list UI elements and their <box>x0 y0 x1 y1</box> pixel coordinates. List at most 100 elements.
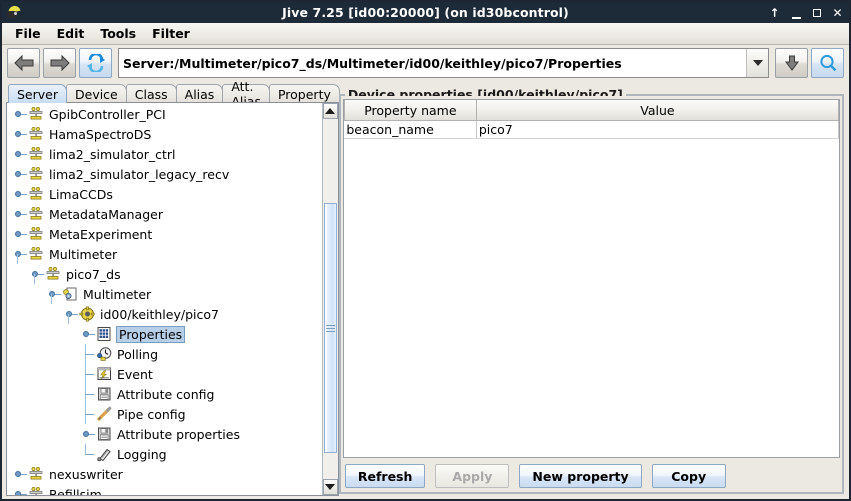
search-icon <box>819 54 836 72</box>
tree-node[interactable]: lima2_simulator_ctrl <box>7 144 322 164</box>
scroll-up-button[interactable] <box>322 103 338 119</box>
tab-server[interactable]: Server <box>8 84 67 103</box>
tab-property[interactable]: Property <box>268 84 340 103</box>
tree-node[interactable]: Logging <box>7 444 322 464</box>
cell-property-value[interactable]: pico7 <box>476 120 839 139</box>
window-title: Jive 7.25 [id00:20000] (on id30bcontrol) <box>282 5 569 20</box>
window-maximize-button[interactable] <box>813 8 821 17</box>
scroll-down-button[interactable] <box>322 479 338 495</box>
tree-expand-toggle-collapsed[interactable] <box>13 104 28 124</box>
tree-expand-toggle-expanded[interactable] <box>13 244 28 264</box>
cell-property-name[interactable]: beacon_name <box>344 120 477 139</box>
menu-file[interactable]: File <box>7 24 49 43</box>
apply-button[interactable]: Apply <box>435 464 510 488</box>
column-header-value[interactable]: Value <box>475 100 839 121</box>
tree-leaf-connector <box>81 444 96 464</box>
menu-tools[interactable]: Tools <box>92 24 144 43</box>
tab-class[interactable]: Class <box>125 84 177 103</box>
tree-expand-toggle-expanded[interactable] <box>64 304 79 324</box>
back-button[interactable] <box>7 48 40 78</box>
tree-expand-toggle-collapsed[interactable] <box>13 484 28 495</box>
window-close-button[interactable]: ✕ <box>832 7 843 19</box>
tree-node[interactable]: id00/keithley/pico7 <box>7 304 322 324</box>
tree-expand-toggle-collapsed[interactable] <box>13 144 28 164</box>
address-dropdown-button[interactable] <box>746 49 768 77</box>
forward-button[interactable] <box>43 48 76 78</box>
window-shade-button[interactable]: ↑ <box>769 7 780 19</box>
refresh-icon <box>86 54 105 72</box>
scroll-up-icon <box>325 108 336 114</box>
column-header-property-name[interactable]: Property name <box>343 100 477 121</box>
tree-expand-toggle-collapsed[interactable] <box>81 424 96 444</box>
server-icon <box>28 226 45 242</box>
tree-expand-toggle-collapsed[interactable] <box>13 164 28 184</box>
down-arrow-icon <box>784 55 799 71</box>
tree-node[interactable]: Attribute properties <box>7 424 322 444</box>
window-minimize-button[interactable] <box>791 7 802 19</box>
tree-node[interactable]: pico7_ds <box>7 264 322 284</box>
tree-node-label: GpibController_PCI <box>49 106 166 122</box>
tree-vertical-scrollbar[interactable] <box>321 103 338 495</box>
search-button[interactable] <box>811 48 844 78</box>
tree-expand-toggle-collapsed[interactable] <box>81 324 96 344</box>
tree-node[interactable]: LimaCCDs <box>7 184 322 204</box>
properties-table-container: Property name Value beacon_name pico7 <box>342 99 840 458</box>
event-icon <box>96 366 113 382</box>
attr-config-icon <box>96 386 113 402</box>
tree-leaf-connector <box>81 364 96 384</box>
tree-node[interactable]: Polling <box>7 344 322 364</box>
tree-node[interactable]: MetadataManager <box>7 204 322 224</box>
address-bar <box>118 48 769 78</box>
properties-action-buttons: Refresh Apply New property Copy <box>341 458 842 492</box>
scroll-down-icon <box>325 484 336 490</box>
tree-node[interactable]: Pipe config <box>7 404 322 424</box>
tree-node[interactable]: Attribute config <box>7 384 322 404</box>
tree-node[interactable]: HamaSpectroDS <box>7 124 322 144</box>
properties-table: Property name Value beacon_name pico7 <box>343 100 839 139</box>
tree-expand-toggle-collapsed[interactable] <box>13 184 28 204</box>
tree-node[interactable]: nexuswriter <box>7 464 322 484</box>
tree-expand-toggle-collapsed[interactable] <box>13 464 28 484</box>
server-icon <box>28 486 45 495</box>
tab-att-alias[interactable]: Att. Alias <box>222 79 270 109</box>
address-input[interactable] <box>119 49 746 77</box>
tree-node-label: Polling <box>117 346 159 362</box>
copy-button[interactable]: Copy <box>651 464 726 488</box>
tab-device[interactable]: Device <box>66 84 127 103</box>
new-property-button[interactable]: New property <box>519 464 642 488</box>
table-row[interactable]: beacon_name pico7 <box>344 120 839 139</box>
tree-node[interactable]: GpibController_PCI <box>7 104 322 124</box>
server-tree[interactable]: GpibController_PCI HamaSpectroDS lima2_s… <box>7 103 322 495</box>
tree-node-label: HamaSpectroDS <box>49 126 152 142</box>
tree-node[interactable]: Multimeter <box>7 284 322 304</box>
logging-icon <box>96 446 113 462</box>
table-empty-area <box>343 139 839 457</box>
goto-button[interactable] <box>775 48 808 78</box>
menu-edit[interactable]: Edit <box>49 24 93 43</box>
tab-alias[interactable]: Alias <box>175 84 224 103</box>
tree-leaf-connector <box>81 384 96 404</box>
tree-node-label: LimaCCDs <box>49 186 113 202</box>
tree-expand-toggle-expanded[interactable] <box>30 264 45 284</box>
refresh-button-props[interactable]: Refresh <box>344 464 426 488</box>
tree-expand-toggle-expanded[interactable] <box>47 284 62 304</box>
tree-expand-toggle-collapsed[interactable] <box>13 204 28 224</box>
tree-node-label: lima2_simulator_legacy_recv <box>49 166 230 182</box>
tree-node[interactable]: Properties <box>7 324 322 344</box>
tree-node[interactable]: Refillsim <box>7 484 322 495</box>
tree-node-label: id00/keithley/pico7 <box>100 306 219 322</box>
tree-node-label: nexuswriter <box>49 466 123 482</box>
tree-node[interactable]: MetaExperiment <box>7 224 322 244</box>
menu-filter[interactable]: Filter <box>144 24 198 43</box>
refresh-button[interactable] <box>79 48 112 78</box>
properties-icon <box>96 326 113 342</box>
tree-node-label: Attribute config <box>117 386 215 402</box>
scrollbar-thumb[interactable] <box>323 203 337 453</box>
tree-expand-toggle-collapsed[interactable] <box>13 224 28 244</box>
grip-icon <box>325 323 335 334</box>
tree-node[interactable]: Event <box>7 364 322 384</box>
tree-node-label: lima2_simulator_ctrl <box>49 146 176 162</box>
tree-node[interactable]: lima2_simulator_legacy_recv <box>7 164 322 184</box>
tree-node[interactable]: Multimeter <box>7 244 322 264</box>
tree-expand-toggle-collapsed[interactable] <box>13 124 28 144</box>
